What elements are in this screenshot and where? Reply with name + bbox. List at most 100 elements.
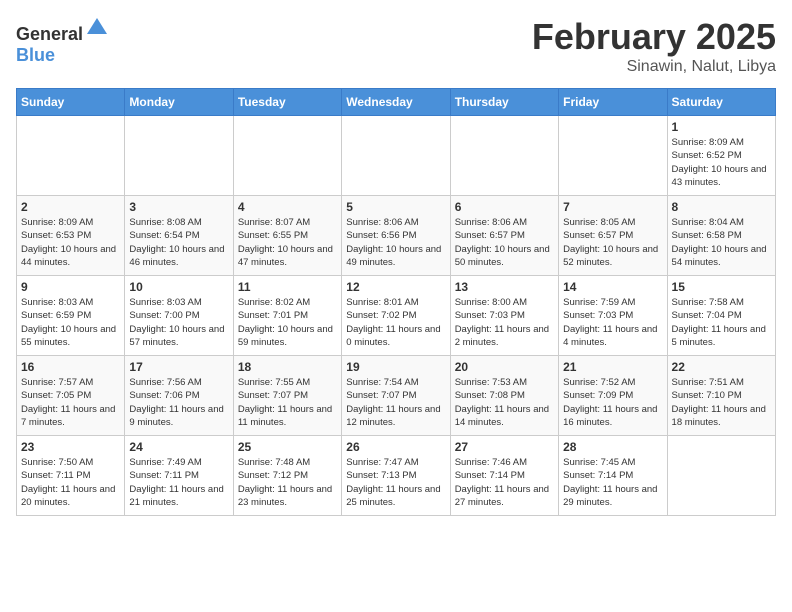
calendar-cell: 12 Sunrise: 8:01 AM Sunset: 7:02 PM Dayli… — [342, 276, 450, 356]
day-info: Sunrise: 8:04 AM Sunset: 6:58 PM Dayligh… — [672, 216, 771, 269]
calendar-cell — [17, 116, 125, 196]
weekday-header-sunday: Sunday — [17, 89, 125, 116]
day-number: 28 — [563, 440, 662, 454]
calendar-cell: 13 Sunrise: 8:00 AM Sunset: 7:03 PM Dayli… — [450, 276, 558, 356]
day-number: 4 — [238, 200, 337, 214]
day-info: Sunrise: 8:08 AM Sunset: 6:54 PM Dayligh… — [129, 216, 228, 269]
calendar-cell: 4 Sunrise: 8:07 AM Sunset: 6:55 PM Daylig… — [233, 196, 341, 276]
calendar-cell: 23Sunrise: 7:50 AM Sunset: 7:11 PM Dayli… — [17, 436, 125, 516]
calendar-cell: 14 Sunrise: 7:59 AM Sunset: 7:03 PM Dayli… — [559, 276, 667, 356]
logo-text: General Blue — [16, 16, 109, 66]
day-info: Sunrise: 8:01 AM Sunset: 7:02 PM Dayligh… — [346, 296, 445, 349]
calendar-cell: 1 Sunrise: 8:09 AM Sunset: 6:52 PM Daylig… — [667, 116, 775, 196]
calendar-cell: 24 Sunrise: 7:49 AM Sunset: 7:11 PM Dayli… — [125, 436, 233, 516]
day-number: 26 — [346, 440, 445, 454]
day-info: Sunrise: 7:52 AM Sunset: 7:09 PM Dayligh… — [563, 376, 662, 429]
calendar-cell — [125, 116, 233, 196]
calendar-cell: 16Sunrise: 7:57 AM Sunset: 7:05 PM Dayli… — [17, 356, 125, 436]
weekday-header-tuesday: Tuesday — [233, 89, 341, 116]
logo-icon — [85, 16, 109, 40]
day-info: Sunrise: 8:02 AM Sunset: 7:01 PM Dayligh… — [238, 296, 337, 349]
day-number: 10 — [129, 280, 228, 294]
calendar-cell: 3 Sunrise: 8:08 AM Sunset: 6:54 PM Daylig… — [125, 196, 233, 276]
logo-general: General — [16, 24, 83, 44]
day-info: Sunrise: 8:05 AM Sunset: 6:57 PM Dayligh… — [563, 216, 662, 269]
day-info: Sunrise: 7:47 AM Sunset: 7:13 PM Dayligh… — [346, 456, 445, 509]
day-number: 13 — [455, 280, 554, 294]
day-info: Sunrise: 7:48 AM Sunset: 7:12 PM Dayligh… — [238, 456, 337, 509]
day-info: Sunrise: 8:00 AM Sunset: 7:03 PM Dayligh… — [455, 296, 554, 349]
weekday-header-friday: Friday — [559, 89, 667, 116]
weekday-header-row: SundayMondayTuesdayWednesdayThursdayFrid… — [17, 89, 776, 116]
day-number: 11 — [238, 280, 337, 294]
calendar-cell: 5 Sunrise: 8:06 AM Sunset: 6:56 PM Daylig… — [342, 196, 450, 276]
day-info: Sunrise: 8:06 AM Sunset: 6:56 PM Dayligh… — [346, 216, 445, 269]
day-number: 12 — [346, 280, 445, 294]
calendar-cell: 25 Sunrise: 7:48 AM Sunset: 7:12 PM Dayli… — [233, 436, 341, 516]
day-info: Sunrise: 8:03 AM Sunset: 7:00 PM Dayligh… — [129, 296, 228, 349]
day-number: 15 — [672, 280, 771, 294]
day-info: Sunrise: 7:45 AM Sunset: 7:14 PM Dayligh… — [563, 456, 662, 509]
calendar-cell: 6Sunrise: 8:06 AM Sunset: 6:57 PM Daylig… — [450, 196, 558, 276]
calendar-cell: 20 Sunrise: 7:53 AM Sunset: 7:08 PM Dayli… — [450, 356, 558, 436]
day-info: Sunrise: 8:03 AM Sunset: 6:59 PM Dayligh… — [21, 296, 120, 349]
day-number: 5 — [346, 200, 445, 214]
calendar-cell: 22 Sunrise: 7:51 AM Sunset: 7:10 PM Dayli… — [667, 356, 775, 436]
day-number: 22 — [672, 360, 771, 374]
day-info: Sunrise: 7:49 AM Sunset: 7:11 PM Dayligh… — [129, 456, 228, 509]
calendar-cell: 11 Sunrise: 8:02 AM Sunset: 7:01 PM Dayli… — [233, 276, 341, 356]
calendar-cell — [559, 116, 667, 196]
day-number: 14 — [563, 280, 662, 294]
calendar-cell: 2 Sunrise: 8:09 AM Sunset: 6:53 PM Daylig… — [17, 196, 125, 276]
day-number: 2 — [21, 200, 120, 214]
day-number: 3 — [129, 200, 228, 214]
day-number: 23 — [21, 440, 120, 454]
day-number: 7 — [563, 200, 662, 214]
day-info: Sunrise: 8:09 AM Sunset: 6:52 PM Dayligh… — [672, 136, 771, 189]
day-info: Sunrise: 7:54 AM Sunset: 7:07 PM Dayligh… — [346, 376, 445, 429]
logo: General Blue — [16, 16, 109, 66]
title-area: February 2025 Sinawin, Nalut, Libya — [532, 16, 776, 76]
day-number: 20 — [455, 360, 554, 374]
day-number: 8 — [672, 200, 771, 214]
calendar-cell — [667, 436, 775, 516]
month-year-title: February 2025 — [532, 16, 776, 58]
calendar-cell: 17 Sunrise: 7:56 AM Sunset: 7:06 PM Dayli… — [125, 356, 233, 436]
day-number: 19 — [346, 360, 445, 374]
day-info: Sunrise: 7:58 AM Sunset: 7:04 PM Dayligh… — [672, 296, 771, 349]
day-number: 27 — [455, 440, 554, 454]
weekday-header-thursday: Thursday — [450, 89, 558, 116]
day-info: Sunrise: 8:09 AM Sunset: 6:53 PM Dayligh… — [21, 216, 120, 269]
calendar-cell: 21 Sunrise: 7:52 AM Sunset: 7:09 PM Dayli… — [559, 356, 667, 436]
day-number: 1 — [672, 120, 771, 134]
weekday-header-saturday: Saturday — [667, 89, 775, 116]
weekday-header-wednesday: Wednesday — [342, 89, 450, 116]
day-info: Sunrise: 7:46 AM Sunset: 7:14 PM Dayligh… — [455, 456, 554, 509]
calendar-cell: 26 Sunrise: 7:47 AM Sunset: 7:13 PM Dayli… — [342, 436, 450, 516]
calendar-cell: 28 Sunrise: 7:45 AM Sunset: 7:14 PM Dayli… — [559, 436, 667, 516]
day-info: Sunrise: 7:56 AM Sunset: 7:06 PM Dayligh… — [129, 376, 228, 429]
calendar-cell: 15 Sunrise: 7:58 AM Sunset: 7:04 PM Dayli… — [667, 276, 775, 356]
calendar-cell: 19 Sunrise: 7:54 AM Sunset: 7:07 PM Dayli… — [342, 356, 450, 436]
day-number: 17 — [129, 360, 228, 374]
day-number: 24 — [129, 440, 228, 454]
calendar-week-1: 1 Sunrise: 8:09 AM Sunset: 6:52 PM Daylig… — [17, 116, 776, 196]
calendar-cell — [233, 116, 341, 196]
day-info: Sunrise: 7:59 AM Sunset: 7:03 PM Dayligh… — [563, 296, 662, 349]
day-number: 18 — [238, 360, 337, 374]
day-number: 16 — [21, 360, 120, 374]
calendar-cell: 8 Sunrise: 8:04 AM Sunset: 6:58 PM Daylig… — [667, 196, 775, 276]
logo-blue: Blue — [16, 45, 55, 65]
weekday-header-monday: Monday — [125, 89, 233, 116]
day-info: Sunrise: 8:07 AM Sunset: 6:55 PM Dayligh… — [238, 216, 337, 269]
day-info: Sunrise: 7:51 AM Sunset: 7:10 PM Dayligh… — [672, 376, 771, 429]
day-number: 21 — [563, 360, 662, 374]
calendar-week-5: 23Sunrise: 7:50 AM Sunset: 7:11 PM Dayli… — [17, 436, 776, 516]
calendar-cell: 9Sunrise: 8:03 AM Sunset: 6:59 PM Daylig… — [17, 276, 125, 356]
day-info: Sunrise: 7:53 AM Sunset: 7:08 PM Dayligh… — [455, 376, 554, 429]
day-info: Sunrise: 8:06 AM Sunset: 6:57 PM Dayligh… — [455, 216, 554, 269]
location-subtitle: Sinawin, Nalut, Libya — [532, 58, 776, 76]
calendar-cell — [342, 116, 450, 196]
calendar-cell — [450, 116, 558, 196]
day-number: 25 — [238, 440, 337, 454]
